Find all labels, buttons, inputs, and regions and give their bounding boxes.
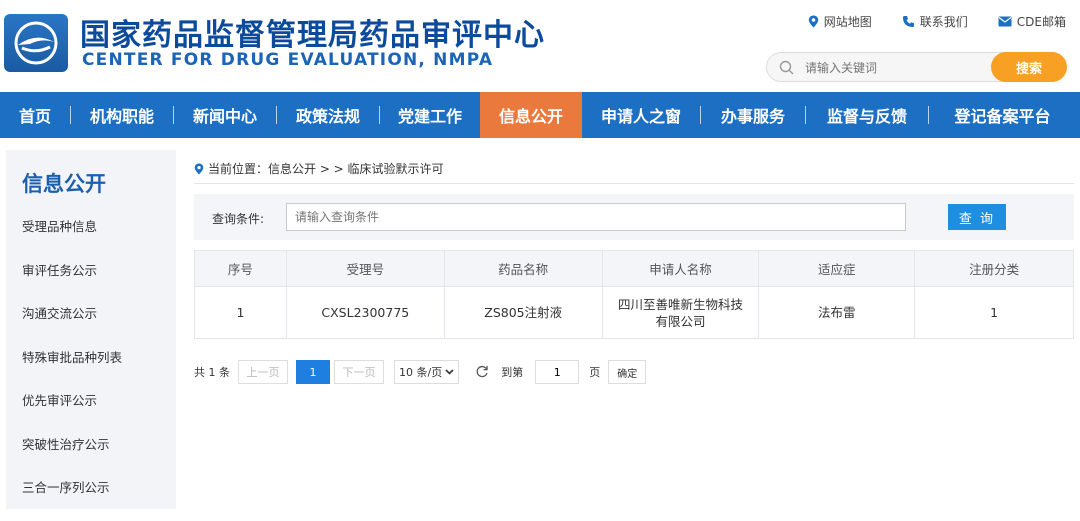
pager-size-select[interactable]: 10 条/页 — [394, 360, 460, 384]
nav-applicant[interactable]: 申请人之窗 — [582, 92, 700, 138]
pagination: 共 1 条 上一页 1 下一页 10 条/页 到第 页 确定 — [194, 359, 647, 385]
sitemap-label: 网站地图 — [823, 15, 872, 29]
nav-party[interactable]: 党建工作 — [380, 92, 480, 138]
query-input[interactable] — [286, 203, 906, 231]
sidebar-item-priority-review[interactable]: 优先审评公示 — [22, 390, 122, 434]
site-search-input[interactable] — [805, 58, 985, 78]
column-header-category: 注册分类 — [914, 250, 1074, 287]
nav-registration[interactable]: 登记备案平台 — [929, 92, 1076, 138]
site-header: 国家药品监督管理局药品审评中心 CENTER FOR DRUG EVALUATI… — [0, 0, 1080, 88]
query-button[interactable]: 查 询 — [948, 204, 1006, 230]
pager-page-unit: 页 — [589, 366, 601, 379]
nav-functions[interactable]: 机构职能 — [71, 92, 173, 138]
nav-feedback[interactable]: 监督与反馈 — [806, 92, 928, 138]
contact-label: 联系我们 — [919, 15, 968, 29]
sidebar-item-special-approval[interactable]: 特殊审批品种列表 — [22, 347, 122, 391]
nav-policy[interactable]: 政策法规 — [277, 92, 379, 138]
cde-logo[interactable] — [4, 14, 68, 72]
phone-icon — [902, 16, 914, 27]
breadcrumb: 当前位置：信息公开 > > 临床试验默示许可 — [194, 160, 444, 177]
cell-index: 1 — [194, 286, 287, 339]
applicant-line-1: 四川至善唯新生物科技 — [617, 296, 743, 312]
sidebar-item-review-tasks[interactable]: 审评任务公示 — [22, 260, 122, 304]
sidebar-menu: 受理品种信息 审评任务公示 沟通交流公示 特殊审批品种列表 优先审评公示 突破性… — [22, 216, 122, 521]
cell-indication: 法布雷 — [758, 286, 916, 339]
refresh-icon[interactable] — [475, 365, 489, 379]
breadcrumb-text: 当前位置：信息公开 > > 临床试验默示许可 — [208, 162, 444, 176]
pager-goto-input[interactable] — [535, 360, 580, 384]
pager-total: 共 1 条 — [194, 366, 230, 379]
site-title-cn: 国家药品监督管理局药品审评中心 — [80, 18, 545, 53]
pager-page-1[interactable]: 1 — [296, 360, 330, 384]
location-pin-icon — [194, 163, 204, 174]
cell-acceptance-no: CXSL2300775 — [285, 286, 445, 339]
location-pin-icon — [808, 15, 818, 28]
nav-services[interactable]: 办事服务 — [701, 92, 805, 138]
sidebar-title: 信息公开 — [22, 172, 106, 196]
main-nav: 首页 机构职能 新闻中心 政策法规 党建工作 信息公开 申请人之窗 办事服务 监… — [0, 92, 1080, 138]
column-header-drug-name: 药品名称 — [443, 250, 603, 287]
column-header-index: 序号 — [194, 250, 287, 287]
breadcrumb-divider — [194, 183, 1074, 184]
sidebar-item-breakthrough[interactable]: 突破性治疗公示 — [22, 434, 122, 478]
pager-confirm-button[interactable]: 确定 — [608, 360, 647, 384]
site-title-en: CENTER FOR DRUG EVALUATION, NMPA — [82, 50, 494, 70]
table-header-row: 序号 受理号 药品名称 申请人名称 适应症 注册分类 — [194, 250, 1074, 287]
sidebar-item-three-in-one[interactable]: 三合一序列公示 — [22, 477, 122, 521]
chevron-down-icon — [445, 369, 454, 375]
cell-applicant: 四川至善唯新生物科技 有限公司 — [601, 286, 760, 339]
nav-news[interactable]: 新闻中心 — [174, 92, 276, 138]
site-search-button[interactable]: 搜索 — [991, 52, 1067, 82]
sidebar: 信息公开 受理品种信息 审评任务公示 沟通交流公示 特殊审批品种列表 优先审评公… — [6, 150, 176, 509]
applicant-line-2: 有限公司 — [655, 313, 706, 329]
pager-prev-button[interactable]: 上一页 — [238, 360, 288, 384]
nav-info-disclosure[interactable]: 信息公开 — [480, 92, 582, 138]
top-links: 网站地图 联系我们 CDE邮箱 — [808, 13, 1066, 30]
site-search: 搜索 — [766, 52, 1067, 82]
results-table: 序号 受理号 药品名称 申请人名称 适应症 注册分类 1 CXSL2300775… — [194, 250, 1074, 339]
cde-mail-label: CDE邮箱 — [1016, 15, 1066, 29]
pager-size-value: 10 条/页 — [399, 366, 443, 379]
contact-link[interactable]: 联系我们 — [902, 13, 968, 30]
query-panel: 查询条件: 查 询 — [194, 194, 1074, 240]
cell-drug-name: ZS805注射液 — [443, 286, 603, 339]
column-header-indication: 适应症 — [758, 250, 916, 287]
pager-goto-label: 到第 — [501, 366, 524, 379]
query-label: 查询条件: — [212, 212, 265, 226]
pager-next-button[interactable]: 下一页 — [334, 360, 384, 384]
sitemap-link[interactable]: 网站地图 — [808, 13, 872, 30]
column-header-applicant: 申请人名称 — [601, 250, 760, 287]
cde-mail-link[interactable]: CDE邮箱 — [998, 13, 1066, 30]
nav-home[interactable]: 首页 — [0, 92, 70, 138]
cell-category: 1 — [914, 286, 1074, 339]
sidebar-item-communication[interactable]: 沟通交流公示 — [22, 303, 122, 347]
table-row[interactable]: 1 CXSL2300775 ZS805注射液 四川至善唯新生物科技 有限公司 法… — [194, 286, 1074, 339]
column-header-acceptance-no: 受理号 — [285, 250, 445, 287]
mail-icon — [998, 16, 1012, 27]
search-icon — [779, 60, 794, 75]
sidebar-item-accepted-varieties[interactable]: 受理品种信息 — [22, 216, 122, 260]
